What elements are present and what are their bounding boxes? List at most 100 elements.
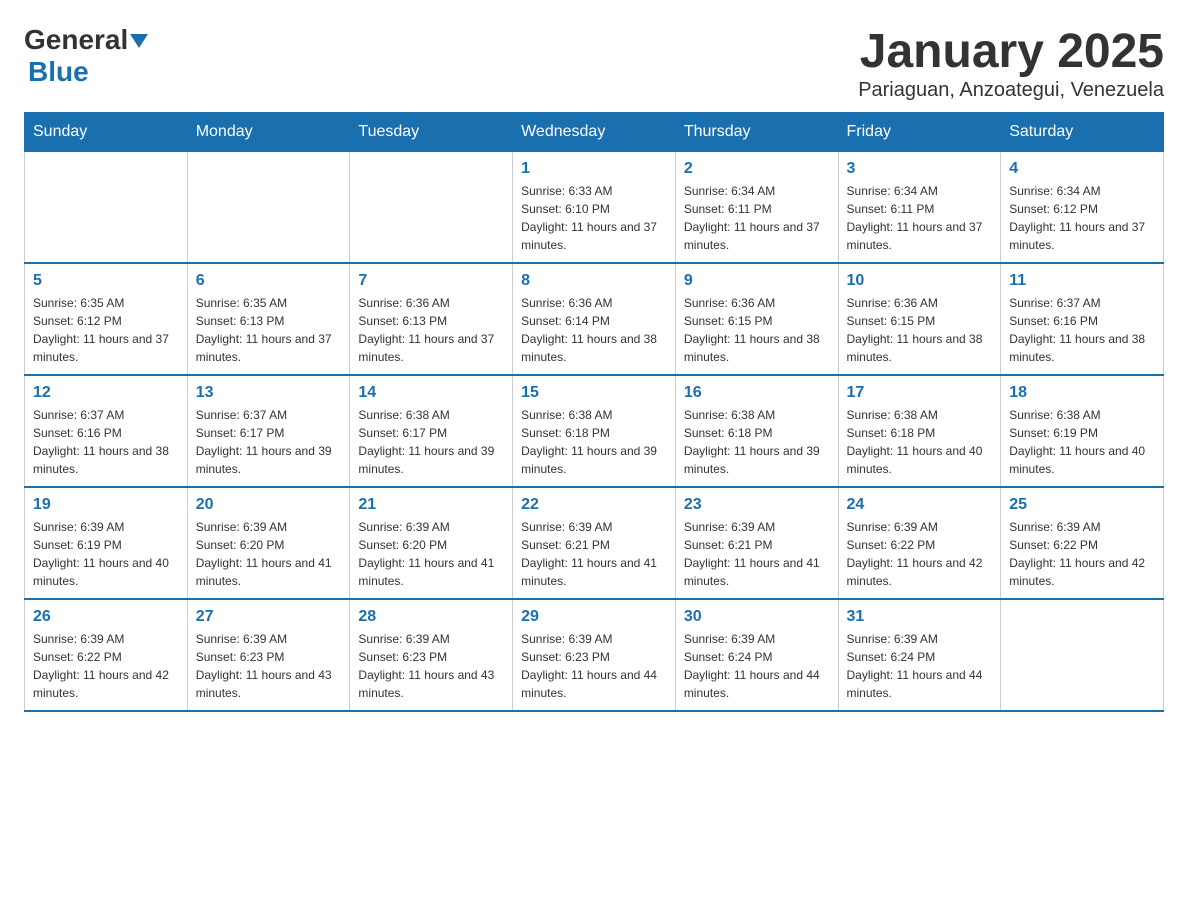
day-of-week-header: Sunday: [25, 113, 188, 152]
day-number: 28: [358, 608, 504, 626]
calendar-cell: 30 Sunrise: 6:39 AM Sunset: 6:24 PM Dayli…: [675, 599, 838, 711]
day-number: 18: [1009, 384, 1155, 402]
day-info: Sunrise: 6:37 AM Sunset: 6:16 PM Dayligh…: [1009, 294, 1155, 366]
calendar-cell: 5Sunrise: 6:35 AM Sunset: 6:12 PM Daylig…: [25, 263, 188, 375]
day-number: 1: [521, 160, 667, 178]
day-info: Sunrise: 6:38 AM Sunset: 6:19 PM Dayligh…: [1009, 406, 1155, 478]
calendar-cell: [187, 152, 350, 264]
calendar-week-row: 1 Sunrise: 6:33 AM Sunset: 6:10 PM Daylig…: [25, 152, 1164, 264]
day-number: 26: [33, 608, 179, 626]
day-info: Sunrise: 6:38 AM Sunset: 6:18 PM Dayligh…: [684, 406, 830, 478]
logo-triangle-icon: [130, 34, 148, 48]
day-number: 31: [847, 608, 993, 626]
calendar-week-row: 19 Sunrise: 6:39 AM Sunset: 6:19 PM Dayli…: [25, 487, 1164, 599]
day-info: Sunrise: 6:36 AM Sunset: 6:15 PM Dayligh…: [847, 294, 993, 366]
day-number: 2: [684, 160, 830, 178]
day-info: Sunrise: 6:39 AM Sunset: 6:24 PM Dayligh…: [684, 630, 830, 702]
calendar-cell: 13Sunrise: 6:37 AM Sunset: 6:17 PM Dayli…: [187, 375, 350, 487]
day-info: Sunrise: 6:39 AM Sunset: 6:23 PM Dayligh…: [521, 630, 667, 702]
calendar-cell: 27 Sunrise: 6:39 AM Sunset: 6:23 PM Dayli…: [187, 599, 350, 711]
day-number: 17: [847, 384, 993, 402]
calendar-cell: [1001, 599, 1164, 711]
calendar-cell: 6 Sunrise: 6:35 AM Sunset: 6:13 PM Daylig…: [187, 263, 350, 375]
calendar-cell: 20Sunrise: 6:39 AM Sunset: 6:20 PM Dayli…: [187, 487, 350, 599]
calendar-cell: 31 Sunrise: 6:39 AM Sunset: 6:24 PM Dayli…: [838, 599, 1001, 711]
day-number: 11: [1009, 272, 1155, 290]
day-number: 4: [1009, 160, 1155, 178]
day-number: 15: [521, 384, 667, 402]
calendar-week-row: 26 Sunrise: 6:39 AM Sunset: 6:22 PM Dayli…: [25, 599, 1164, 711]
calendar-cell: 3Sunrise: 6:34 AM Sunset: 6:11 PM Daylig…: [838, 152, 1001, 264]
day-info: Sunrise: 6:39 AM Sunset: 6:22 PM Dayligh…: [1009, 518, 1155, 590]
logo-blue-text: Blue: [28, 56, 89, 88]
calendar-cell: 28 Sunrise: 6:39 AM Sunset: 6:23 PM Dayli…: [350, 599, 513, 711]
day-info: Sunrise: 6:39 AM Sunset: 6:21 PM Dayligh…: [684, 518, 830, 590]
day-of-week-header: Friday: [838, 113, 1001, 152]
day-number: 30: [684, 608, 830, 626]
calendar-week-row: 5Sunrise: 6:35 AM Sunset: 6:12 PM Daylig…: [25, 263, 1164, 375]
day-number: 8: [521, 272, 667, 290]
day-number: 24: [847, 496, 993, 514]
calendar-cell: 14Sunrise: 6:38 AM Sunset: 6:17 PM Dayli…: [350, 375, 513, 487]
logo-general-text: General: [24, 24, 128, 56]
calendar-header: SundayMondayTuesdayWednesdayThursdayFrid…: [25, 113, 1164, 152]
day-info: Sunrise: 6:39 AM Sunset: 6:20 PM Dayligh…: [358, 518, 504, 590]
day-number: 9: [684, 272, 830, 290]
day-info: Sunrise: 6:38 AM Sunset: 6:17 PM Dayligh…: [358, 406, 504, 478]
day-number: 25: [1009, 496, 1155, 514]
day-number: 16: [684, 384, 830, 402]
day-number: 27: [196, 608, 342, 626]
day-number: 12: [33, 384, 179, 402]
calendar-cell: 29Sunrise: 6:39 AM Sunset: 6:23 PM Dayli…: [513, 599, 676, 711]
day-number: 6: [196, 272, 342, 290]
day-number: 22: [521, 496, 667, 514]
calendar-cell: 9 Sunrise: 6:36 AM Sunset: 6:15 PM Daylig…: [675, 263, 838, 375]
calendar-body: 1 Sunrise: 6:33 AM Sunset: 6:10 PM Daylig…: [25, 152, 1164, 712]
calendar-cell: 8 Sunrise: 6:36 AM Sunset: 6:14 PM Daylig…: [513, 263, 676, 375]
day-of-week-header: Monday: [187, 113, 350, 152]
calendar-cell: 11 Sunrise: 6:37 AM Sunset: 6:16 PM Dayli…: [1001, 263, 1164, 375]
day-of-week-header: Thursday: [675, 113, 838, 152]
calendar-title: January 2025: [858, 24, 1164, 79]
day-info: Sunrise: 6:37 AM Sunset: 6:17 PM Dayligh…: [196, 406, 342, 478]
day-info: Sunrise: 6:36 AM Sunset: 6:15 PM Dayligh…: [684, 294, 830, 366]
day-info: Sunrise: 6:38 AM Sunset: 6:18 PM Dayligh…: [521, 406, 667, 478]
day-of-week-header: Wednesday: [513, 113, 676, 152]
day-number: 5: [33, 272, 179, 290]
day-info: Sunrise: 6:33 AM Sunset: 6:10 PM Dayligh…: [521, 182, 667, 254]
day-info: Sunrise: 6:35 AM Sunset: 6:13 PM Dayligh…: [196, 294, 342, 366]
day-info: Sunrise: 6:36 AM Sunset: 6:14 PM Dayligh…: [521, 294, 667, 366]
day-info: Sunrise: 6:39 AM Sunset: 6:22 PM Dayligh…: [847, 518, 993, 590]
calendar-week-row: 12 Sunrise: 6:37 AM Sunset: 6:16 PM Dayli…: [25, 375, 1164, 487]
calendar-cell: 10 Sunrise: 6:36 AM Sunset: 6:15 PM Dayli…: [838, 263, 1001, 375]
day-number: 19: [33, 496, 179, 514]
day-of-week-header: Saturday: [1001, 113, 1164, 152]
day-of-week-header: Tuesday: [350, 113, 513, 152]
calendar-cell: 18 Sunrise: 6:38 AM Sunset: 6:19 PM Dayli…: [1001, 375, 1164, 487]
day-info: Sunrise: 6:39 AM Sunset: 6:23 PM Dayligh…: [196, 630, 342, 702]
calendar-cell: 7Sunrise: 6:36 AM Sunset: 6:13 PM Daylig…: [350, 263, 513, 375]
day-number: 10: [847, 272, 993, 290]
day-info: Sunrise: 6:38 AM Sunset: 6:18 PM Dayligh…: [847, 406, 993, 478]
day-number: 23: [684, 496, 830, 514]
day-info: Sunrise: 6:39 AM Sunset: 6:22 PM Dayligh…: [33, 630, 179, 702]
calendar-cell: 25 Sunrise: 6:39 AM Sunset: 6:22 PM Dayli…: [1001, 487, 1164, 599]
calendar-cell: 22Sunrise: 6:39 AM Sunset: 6:21 PM Dayli…: [513, 487, 676, 599]
calendar-cell: 1 Sunrise: 6:33 AM Sunset: 6:10 PM Daylig…: [513, 152, 676, 264]
title-block: January 2025 Pariaguan, Anzoategui, Vene…: [858, 24, 1164, 102]
day-info: Sunrise: 6:39 AM Sunset: 6:24 PM Dayligh…: [847, 630, 993, 702]
day-info: Sunrise: 6:39 AM Sunset: 6:23 PM Dayligh…: [358, 630, 504, 702]
days-of-week-row: SundayMondayTuesdayWednesdayThursdayFrid…: [25, 113, 1164, 152]
day-number: 7: [358, 272, 504, 290]
day-info: Sunrise: 6:39 AM Sunset: 6:19 PM Dayligh…: [33, 518, 179, 590]
logo: General Blue: [24, 24, 148, 88]
day-info: Sunrise: 6:34 AM Sunset: 6:12 PM Dayligh…: [1009, 182, 1155, 254]
calendar-cell: 15 Sunrise: 6:38 AM Sunset: 6:18 PM Dayli…: [513, 375, 676, 487]
calendar-cell: 4 Sunrise: 6:34 AM Sunset: 6:12 PM Daylig…: [1001, 152, 1164, 264]
calendar-cell: [350, 152, 513, 264]
day-info: Sunrise: 6:37 AM Sunset: 6:16 PM Dayligh…: [33, 406, 179, 478]
calendar-cell: 12 Sunrise: 6:37 AM Sunset: 6:16 PM Dayli…: [25, 375, 188, 487]
day-info: Sunrise: 6:34 AM Sunset: 6:11 PM Dayligh…: [847, 182, 993, 254]
calendar-cell: 23 Sunrise: 6:39 AM Sunset: 6:21 PM Dayli…: [675, 487, 838, 599]
day-number: 20: [196, 496, 342, 514]
